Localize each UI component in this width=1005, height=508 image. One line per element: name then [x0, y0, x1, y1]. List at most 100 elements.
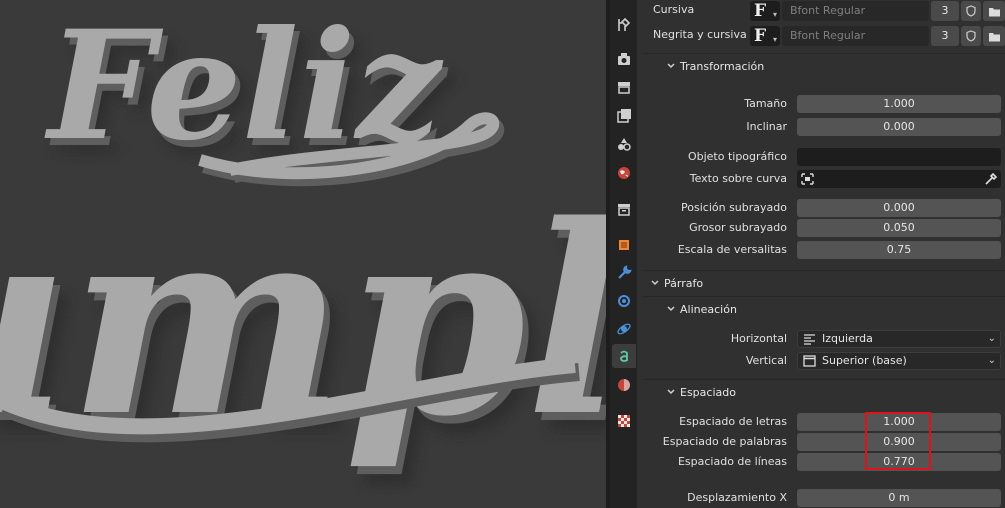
separator [643, 270, 1005, 271]
paragraph-header[interactable]: Párrafo [637, 272, 1005, 296]
horizontal-align-row: Horizontal Izquierda ⌄ [637, 329, 1005, 349]
chevron-down-icon [651, 280, 659, 286]
alignment-title: Alineación [680, 303, 737, 316]
tab-texture[interactable] [612, 409, 636, 433]
size-row: Tamaño 1.000 [637, 94, 1005, 114]
shear-label: Inclinar [746, 120, 787, 133]
vertical-align-label: Vertical [745, 354, 787, 367]
object-icon [619, 240, 629, 250]
view-layer-icon [617, 109, 631, 123]
chevron-down-icon [667, 63, 675, 69]
viewport-render: umple Feliz umple Feliz umple Feliz [0, 0, 606, 492]
text-on-curve-field[interactable] [797, 170, 1001, 188]
tab-physics[interactable] [612, 317, 636, 341]
chevron-down-icon [667, 306, 675, 312]
tab-output[interactable] [612, 75, 636, 99]
underline-position-row: Posición subrayado 0.000 [637, 198, 1005, 218]
tab-scene[interactable] [612, 132, 636, 156]
offset-x-row: Desplazamiento X 0 m [637, 488, 1005, 508]
small-caps-field[interactable]: 0.75 [797, 241, 1001, 259]
properties-tab-strip [610, 0, 637, 508]
tool-icon [618, 17, 631, 31]
separator [643, 53, 1005, 54]
offset-x-field[interactable]: 0 m [797, 489, 1001, 507]
transform-header[interactable]: Transformación [637, 55, 1005, 79]
folder-icon [988, 32, 1000, 41]
text-on-curve-row: Texto sobre curva [637, 169, 1005, 189]
line-spacing-label: Espaciado de líneas [677, 455, 787, 468]
char-spacing-label: Espaciado de letras [679, 415, 787, 428]
text-data-icon [620, 350, 628, 362]
underline-position-field[interactable]: 0.000 [797, 199, 1001, 217]
shield-icon [966, 5, 976, 17]
font-bold-italic-label: Negrita y cursiva [653, 28, 747, 41]
tab-collection[interactable] [612, 197, 636, 221]
size-field[interactable]: 1.000 [797, 95, 1001, 113]
tab-particles[interactable] [612, 289, 636, 313]
curve-object-icon [801, 173, 814, 185]
font-bold-italic-fake-user[interactable] [961, 26, 981, 46]
font-italic-fake-user[interactable] [961, 1, 981, 21]
font-italic-label: Cursiva [653, 3, 695, 16]
separator [643, 296, 1005, 297]
properties-panel: Cursiva F ▾ Bfont Regular 3 Negrita y cur… [637, 0, 1005, 508]
output-icon [618, 82, 630, 94]
small-caps-row: Escala de versalitas 0.75 [637, 240, 1005, 260]
horizontal-align-value: Izquierda [822, 332, 873, 345]
word-spacing-row: Espaciado de palabras 0.900 [637, 432, 1005, 452]
font-row-italic: Cursiva F ▾ Bfont Regular 3 [637, 0, 1005, 22]
font-italic-name[interactable]: Bfont Regular [782, 1, 929, 21]
horizontal-align-dropdown[interactable]: Izquierda ⌄ [797, 330, 1001, 348]
material-icon [618, 379, 630, 391]
underline-thickness-label: Grosor subrayado [689, 221, 787, 234]
alignment-header[interactable]: Alineación [637, 298, 1005, 322]
spacing-title: Espaciado [680, 386, 736, 399]
3d-viewport[interactable]: umple Feliz umple Feliz umple Feliz [0, 0, 606, 508]
shear-row: Inclinar 0.000 [637, 117, 1005, 137]
chevron-down-icon: ⌄ [987, 333, 996, 344]
vertical-align-row: Vertical Superior (base) ⌄ [637, 351, 1005, 371]
vertical-align-dropdown[interactable]: Superior (base) ⌄ [797, 352, 1001, 370]
font-bold-italic-browse[interactable]: F ▾ [750, 26, 780, 46]
spacing-header[interactable]: Espaciado [637, 381, 1005, 405]
font-italic-browse[interactable]: F ▾ [750, 1, 780, 21]
tab-object[interactable] [612, 233, 636, 257]
texture-icon [618, 415, 630, 427]
offset-x-label: Desplazamiento X [687, 491, 787, 504]
font-bold-italic-name[interactable]: Bfont Regular [782, 26, 929, 46]
underline-thickness-row: Grosor subrayado 0.050 [637, 218, 1005, 238]
chevron-down-icon [667, 389, 675, 395]
shear-field[interactable]: 0.000 [797, 118, 1001, 136]
font-bold-italic-users[interactable]: 3 [931, 26, 959, 46]
underline-thickness-field[interactable]: 0.050 [797, 219, 1001, 237]
small-caps-label: Escala de versalitas [677, 243, 787, 256]
physics-icon [617, 323, 631, 335]
font-italic-open[interactable] [983, 1, 1005, 21]
tab-render[interactable] [612, 47, 636, 71]
scene-icon [618, 138, 631, 151]
underline-position-label: Posición subrayado [681, 201, 787, 214]
vertical-align-value: Superior (base) [822, 354, 907, 367]
object-font-field[interactable] [797, 148, 1001, 166]
line-spacing-row: Espaciado de líneas 0.770 [637, 452, 1005, 472]
collection-icon [618, 204, 630, 216]
char-spacing-row: Espaciado de letras 1.000 [637, 412, 1005, 432]
tab-tool[interactable] [612, 13, 636, 37]
object-font-row: Objeto tipográfico [637, 147, 1005, 167]
font-italic-users[interactable]: 3 [931, 1, 959, 21]
tab-modifier[interactable] [612, 261, 636, 285]
tab-text-data[interactable] [612, 344, 636, 368]
horizontal-align-label: Horizontal [730, 332, 787, 345]
tab-material[interactable] [612, 373, 636, 397]
font-bold-italic-open[interactable] [983, 26, 1005, 46]
particles-icon [618, 295, 630, 307]
tab-world[interactable] [612, 161, 636, 185]
render-icon [618, 53, 630, 65]
font-row-bold-italic: Negrita y cursiva F ▾ Bfont Regular 3 [637, 25, 1005, 47]
paragraph-title: Párrafo [664, 277, 704, 290]
chevron-down-icon: ⌄ [987, 355, 996, 366]
size-label: Tamaño [744, 97, 787, 110]
separator [643, 379, 1005, 380]
tab-view-layer[interactable] [612, 104, 636, 128]
object-font-label: Objeto tipográfico [687, 150, 787, 163]
